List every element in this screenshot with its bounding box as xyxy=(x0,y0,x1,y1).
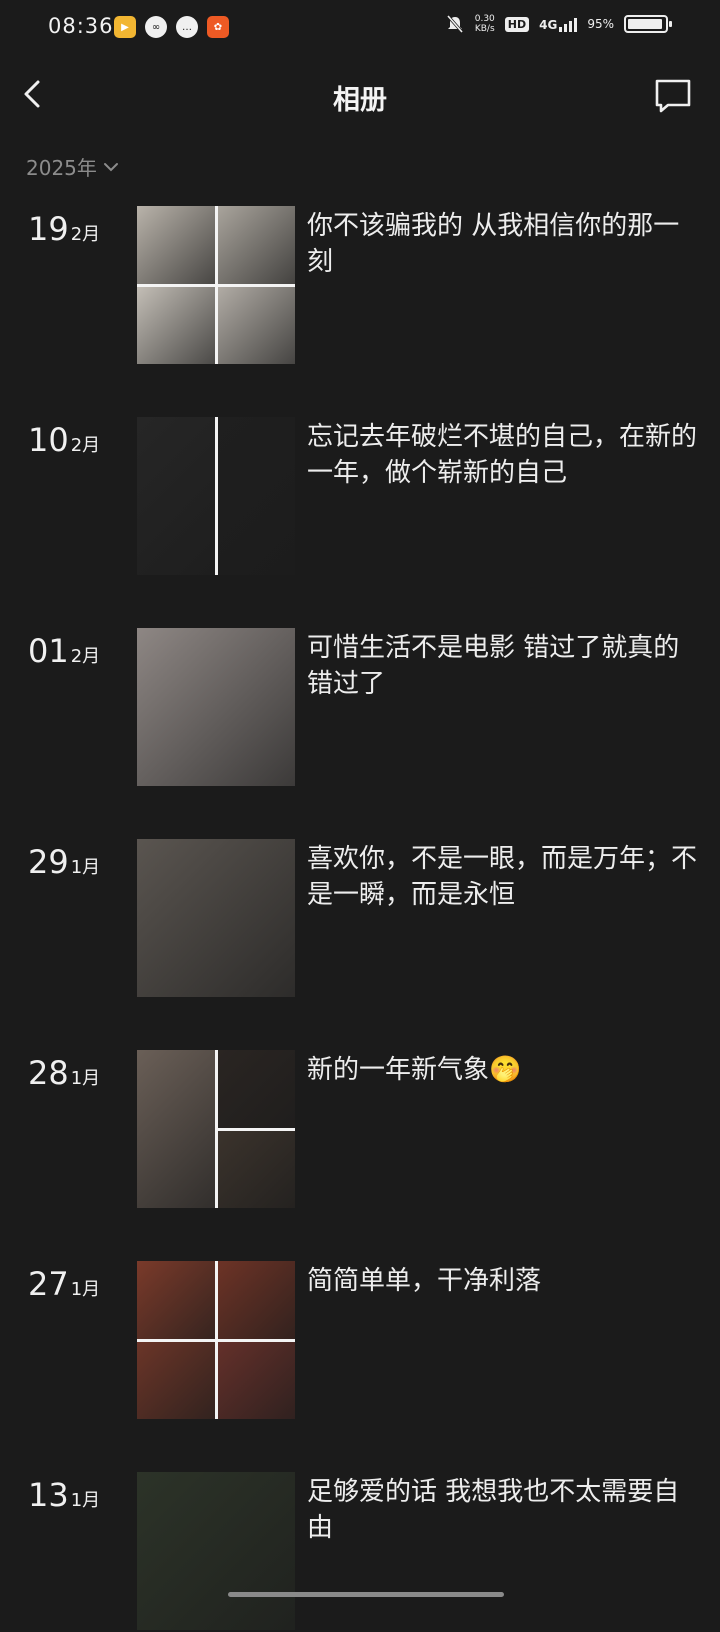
entry-day: 13 xyxy=(28,1476,69,1514)
notification-icons: ▶ ∞ … ✿ xyxy=(114,16,229,38)
feed-entry: 27 1月 简简单单，干净利落 xyxy=(0,1261,720,1421)
hd-badge: HD xyxy=(504,16,530,32)
entry-caption[interactable]: 足够爱的话 我想我也不太需要自由 xyxy=(307,1474,697,1546)
photo-thumbnail[interactable] xyxy=(137,417,295,575)
entry-caption[interactable]: 简简单单，干净利落 xyxy=(307,1263,697,1299)
net-speed-value: 0.30 xyxy=(474,14,495,24)
photo-image xyxy=(217,1050,295,1128)
entry-month: 1月 xyxy=(70,1279,101,1300)
chevron-down-icon xyxy=(103,162,118,171)
entry-day: 19 xyxy=(28,210,69,248)
photo-image xyxy=(217,417,295,575)
photo-image xyxy=(137,206,215,284)
feed-entry: 13 1月 足够爱的话 我想我也不太需要自由 xyxy=(0,1472,720,1632)
top-bar: 相册 xyxy=(0,60,720,130)
photo-thumbnail[interactable] xyxy=(137,1050,295,1208)
year-filter-dropdown[interactable]: 2025年 xyxy=(26,152,119,181)
entry-day: 27 xyxy=(28,1265,69,1303)
entry-date: 10 2月 xyxy=(28,421,100,459)
feed-entry: 19 2月 你不该骗我的 从我相信你的那一刻 xyxy=(0,206,720,366)
battery-percent: 95% xyxy=(587,17,614,31)
comment-icon xyxy=(655,79,691,113)
status-bar: 08:36 ▶ ∞ … ✿ 0.30 KB/s HD 4G 95% xyxy=(0,0,720,54)
entry-caption[interactable]: 忘记去年破烂不堪的自己，在新的一年，做个崭新的自己 xyxy=(307,419,697,491)
entry-day: 01 xyxy=(28,632,69,670)
photo-image xyxy=(217,1130,295,1208)
entry-caption[interactable]: 可惜生活不是电影 错过了就真的错过了 xyxy=(307,630,697,702)
entry-date: 01 2月 xyxy=(28,632,100,670)
entry-date: 29 1月 xyxy=(28,843,100,881)
status-time: 08:36 xyxy=(48,14,114,38)
net-speed: 0.30 KB/s xyxy=(475,14,495,34)
photo-image xyxy=(137,1261,215,1339)
entry-date: 13 1月 xyxy=(28,1476,100,1514)
photo-image xyxy=(217,206,295,284)
year-filter-label: 2025年 xyxy=(26,156,97,180)
photo-image xyxy=(137,628,295,786)
photo-image xyxy=(137,1050,215,1208)
entry-caption[interactable]: 新的一年新气象🤭 xyxy=(307,1052,697,1088)
shop-app-icon: ✿ xyxy=(207,16,229,38)
entry-date: 28 1月 xyxy=(28,1054,100,1092)
feed-entry: 29 1月 喜欢你，不是一眼，而是万年；不是一瞬，而是永恒 xyxy=(0,839,720,999)
battery-icon xyxy=(624,15,672,33)
photo-image xyxy=(217,1341,295,1419)
entry-month: 2月 xyxy=(70,646,101,667)
entry-date: 27 1月 xyxy=(28,1265,100,1303)
status-right: 0.30 KB/s HD 4G 95% xyxy=(445,14,672,34)
entry-date: 19 2月 xyxy=(28,210,100,248)
photo-thumbnail[interactable] xyxy=(137,1261,295,1419)
photo-image xyxy=(137,1341,215,1419)
battery-level xyxy=(628,19,662,29)
feed-entry: 28 1月 新的一年新气象🤭 xyxy=(0,1050,720,1210)
photo-image xyxy=(137,1472,295,1630)
photo-thumbnail[interactable] xyxy=(137,206,295,364)
chat-app-icon: … xyxy=(176,16,198,38)
entry-caption[interactable]: 你不该骗我的 从我相信你的那一刻 xyxy=(307,208,697,280)
page-title: 相册 xyxy=(333,85,387,116)
photo-thumbnail[interactable] xyxy=(137,628,295,786)
message-button[interactable] xyxy=(654,78,692,114)
entry-month: 1月 xyxy=(70,1490,101,1511)
mute-bell-icon xyxy=(446,15,463,33)
photo-thumbnail[interactable] xyxy=(137,1472,295,1630)
entry-day: 28 xyxy=(28,1054,69,1092)
entry-month: 1月 xyxy=(70,857,101,878)
network-type: 4G xyxy=(539,18,558,32)
video-app-icon: ▶ xyxy=(114,16,136,38)
entry-caption[interactable]: 喜欢你，不是一眼，而是万年；不是一瞬，而是永恒 xyxy=(307,841,697,913)
photo-image xyxy=(137,417,215,575)
entry-month: 2月 xyxy=(70,224,101,245)
feed-entry: 01 2月 可惜生活不是电影 错过了就真的错过了 xyxy=(0,628,720,788)
photo-image xyxy=(137,286,215,364)
entry-day: 29 xyxy=(28,843,69,881)
entry-month: 2月 xyxy=(70,435,101,456)
entry-day: 10 xyxy=(28,421,69,459)
link-app-icon: ∞ xyxy=(145,16,167,38)
photo-thumbnail[interactable] xyxy=(137,839,295,997)
net-speed-unit: KB/s xyxy=(474,24,495,34)
photo-image xyxy=(217,286,295,364)
signal-bars-icon xyxy=(559,16,578,32)
entry-month: 1月 xyxy=(70,1068,101,1089)
home-indicator[interactable] xyxy=(228,1592,504,1597)
photo-image xyxy=(217,1261,295,1339)
photo-image xyxy=(137,839,295,997)
signal-indicator: 4G xyxy=(539,16,578,32)
feed-entry: 10 2月 忘记去年破烂不堪的自己，在新的一年，做个崭新的自己 xyxy=(0,417,720,577)
